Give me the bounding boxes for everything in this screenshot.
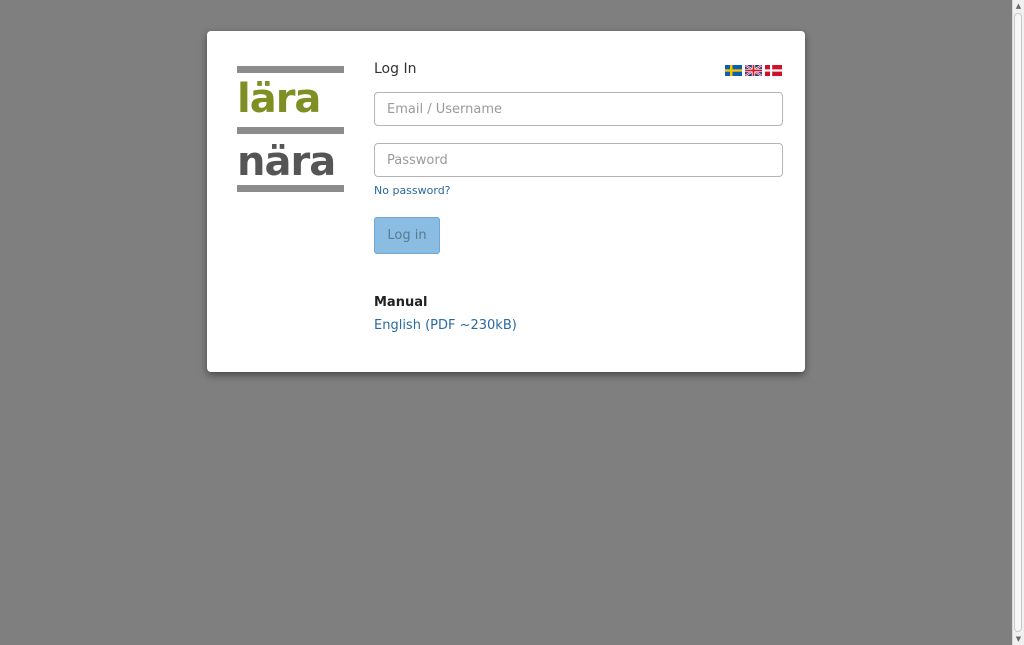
logo-word-lara: lära <box>237 76 321 122</box>
lara-nara-logo: lära nära <box>237 66 344 194</box>
password-input[interactable] <box>374 143 783 177</box>
manual-english-link[interactable]: English (PDF ~230kB) <box>374 318 517 333</box>
language-selector <box>725 65 782 76</box>
scroll-up-arrow-icon[interactable]: ▲ <box>1013 0 1024 12</box>
scroll-down-arrow-icon[interactable]: ▼ <box>1013 633 1024 645</box>
vertical-scrollbar[interactable]: ▲ ▼ <box>1012 0 1024 645</box>
login-dialog: lära nära Log In Email / Username No pas… <box>207 31 805 372</box>
logo-word-nara: nära <box>237 139 336 185</box>
swedish-flag-icon[interactable] <box>725 65 742 76</box>
login-button[interactable]: Log in <box>374 217 440 254</box>
logo-bar-middle <box>237 127 344 134</box>
logo-bar-bottom <box>237 185 344 192</box>
email-username-input[interactable] <box>374 92 783 126</box>
danish-flag-icon[interactable] <box>765 65 782 76</box>
no-password-link[interactable]: No password? <box>374 184 451 197</box>
scrollbar-thumb[interactable] <box>1014 13 1022 632</box>
page: lära nära Log In Email / Username No pas… <box>0 0 1024 645</box>
manual-heading: Manual <box>374 295 428 310</box>
logo-bar-top <box>237 66 344 73</box>
uk-flag-icon[interactable] <box>745 65 762 76</box>
form-title: Log In <box>374 61 417 77</box>
